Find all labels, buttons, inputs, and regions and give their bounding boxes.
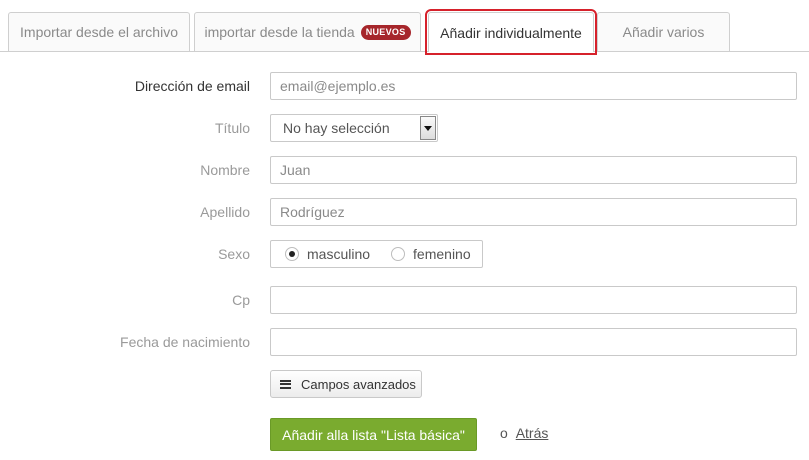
add-to-list-button[interactable]: Añadir alla lista "Lista básica" xyxy=(270,418,477,451)
chevron-down-icon[interactable] xyxy=(420,116,436,140)
back-link[interactable]: Atrás xyxy=(516,425,549,441)
birthdate-label: Fecha de nacimiento xyxy=(120,334,250,350)
new-badge: NUEVOS xyxy=(360,24,411,40)
or-back: o Atrás xyxy=(500,425,548,441)
title-select-value: No hay selección xyxy=(283,120,390,136)
tab-import-store[interactable]: importar desde la tienda NUEVOS xyxy=(194,12,421,51)
tab-label: Añadir varios xyxy=(622,24,705,40)
birthdate-field[interactable] xyxy=(270,328,797,356)
title-label: Título xyxy=(214,120,250,136)
title-select[interactable]: No hay selección xyxy=(270,114,438,142)
first-name-label: Nombre xyxy=(200,162,250,178)
tab-divider xyxy=(0,51,809,52)
radio-label: femenino xyxy=(413,246,471,262)
email-field[interactable] xyxy=(270,72,797,100)
advanced-fields-label: Campos avanzados xyxy=(301,376,416,392)
email-label: Dirección de email xyxy=(134,78,250,94)
radio-unchecked-icon[interactable] xyxy=(391,247,406,261)
tab-add-multiple[interactable]: Añadir varios xyxy=(597,12,730,51)
tab-label: importar desde la tienda xyxy=(204,24,355,40)
radio-male[interactable]: masculino xyxy=(285,246,370,262)
radio-checked-icon[interactable] xyxy=(285,247,299,261)
tab-label: Importar desde el archivo xyxy=(20,24,178,40)
sex-radio-group: masculino femenino xyxy=(270,240,483,268)
tab-add-individually[interactable]: Añadir individualmente xyxy=(425,9,597,55)
sex-label: Sexo xyxy=(218,246,250,262)
add-to-list-label: Añadir alla lista "Lista básica" xyxy=(282,426,465,443)
tab-bar: Importar desde el archivo importar desde… xyxy=(0,0,809,55)
radio-label: masculino xyxy=(307,246,371,262)
zip-field[interactable] xyxy=(270,286,797,314)
advanced-fields-button[interactable]: Campos avanzados xyxy=(270,370,422,398)
menu-icon xyxy=(280,379,291,389)
last-name-field[interactable] xyxy=(270,198,797,226)
last-name-label: Apellido xyxy=(200,204,250,220)
tab-import-file[interactable]: Importar desde el archivo xyxy=(8,12,190,51)
first-name-field[interactable] xyxy=(270,156,797,184)
radio-female[interactable]: femenino xyxy=(391,246,471,262)
zip-label: Cp xyxy=(232,292,250,308)
or-text: o xyxy=(500,425,508,441)
tab-label: Añadir individualmente xyxy=(440,24,582,41)
